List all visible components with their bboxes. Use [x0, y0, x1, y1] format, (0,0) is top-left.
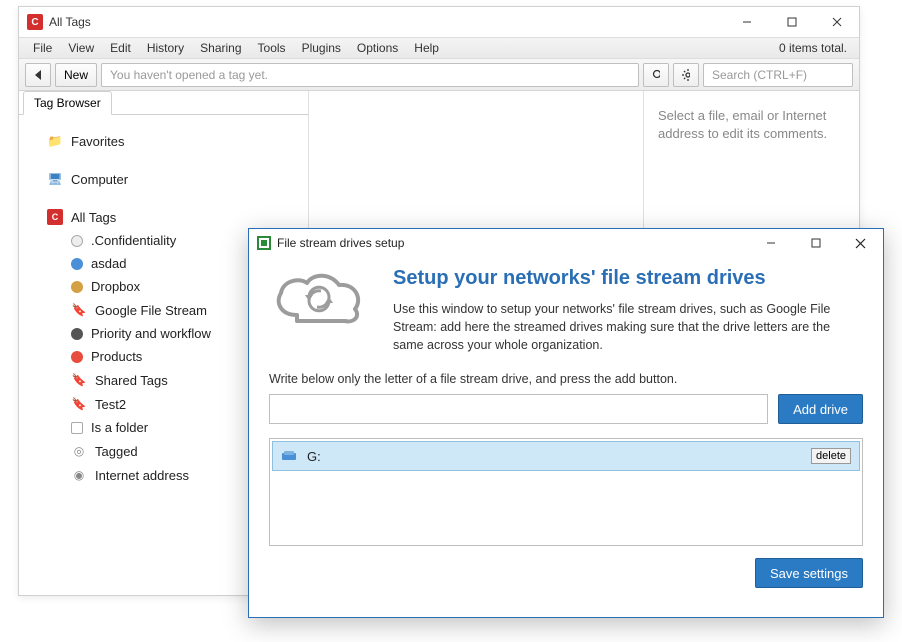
delete-drive-button[interactable]: delete	[811, 448, 851, 464]
search-button[interactable]	[643, 63, 669, 87]
menu-help[interactable]: Help	[406, 37, 447, 59]
right-panel-hint: Select a file, email or Internet address…	[658, 107, 845, 143]
dialog-maximize-button[interactable]	[793, 228, 838, 258]
dot-red-icon	[71, 351, 83, 363]
favorites-label: Favorites	[71, 134, 124, 149]
back-button[interactable]	[25, 63, 51, 87]
alltags-label: All Tags	[71, 210, 116, 225]
save-settings-button[interactable]: Save settings	[755, 558, 863, 588]
globe-icon: ◉	[71, 467, 87, 483]
file-stream-dialog: File stream drives setup Setup your n	[248, 228, 884, 618]
drive-list: G:delete	[269, 438, 863, 546]
menu-history[interactable]: History	[139, 37, 192, 59]
menu-plugins[interactable]: Plugins	[294, 37, 349, 59]
tree-item-label: Priority and workflow	[91, 326, 211, 341]
menu-view[interactable]: View	[60, 37, 102, 59]
drive-name: G:	[307, 449, 811, 464]
drive-icon	[281, 449, 299, 463]
dot-green-icon	[71, 281, 83, 293]
items-total-status: 0 items total.	[779, 41, 853, 55]
menu-options[interactable]: Options	[349, 37, 406, 59]
alltags-icon: C	[47, 209, 63, 225]
tree-item-label: .Confidentiality	[91, 233, 176, 248]
computer-label: Computer	[71, 172, 128, 187]
dialog-description: Use this window to setup your networks' …	[393, 300, 863, 354]
tab-tag-browser[interactable]: Tag Browser	[23, 91, 112, 115]
tree-item-label: Is a folder	[91, 420, 148, 435]
cloud-sync-icon	[269, 267, 369, 337]
dialog-titlebar: File stream drives setup	[249, 229, 883, 257]
toolbar: New You haven't opened a tag yet. Search…	[19, 59, 859, 91]
sidebar-tabs: Tag Browser	[19, 91, 308, 115]
tree-all-tags[interactable]: C All Tags	[19, 205, 308, 229]
favorites-icon: 📁	[47, 133, 63, 149]
menu-file[interactable]: File	[25, 37, 60, 59]
dialog-instruction: Write below only the letter of a file st…	[269, 372, 863, 386]
window-title: All Tags	[49, 15, 91, 29]
dialog-app-icon	[257, 236, 271, 250]
folder-out-icon	[71, 422, 83, 434]
tree-item-label: Shared Tags	[95, 373, 168, 388]
new-button[interactable]: New	[55, 63, 97, 87]
computer-icon: 🖥	[47, 171, 63, 187]
dot-grey-icon	[71, 235, 83, 247]
tree-item-label: Test2	[95, 397, 126, 412]
dialog-heading: Setup your networks' file stream drives	[393, 267, 863, 290]
tree-item-label: Products	[91, 349, 142, 364]
menu-tools[interactable]: Tools	[250, 37, 294, 59]
tree-item-label: asdad	[91, 256, 126, 271]
tree-item-label: Tagged	[95, 444, 138, 459]
search-input[interactable]: Search (CTRL+F)	[703, 63, 853, 87]
tag-blue-icon: 🔖	[71, 396, 87, 412]
tree-computer[interactable]: 🖥 Computer	[19, 167, 308, 191]
tag-blue-icon: 🔖	[71, 302, 87, 318]
main-titlebar: C All Tags	[19, 7, 859, 37]
menubar: File View Edit History Sharing Tools Plu…	[19, 37, 859, 59]
dialog-close-button[interactable]	[838, 228, 883, 258]
settings-button[interactable]	[673, 63, 699, 87]
dialog-title: File stream drives setup	[277, 236, 404, 250]
minimize-button[interactable]	[724, 7, 769, 37]
tagged-icon: ◎	[71, 443, 87, 459]
dialog-minimize-button[interactable]	[748, 228, 793, 258]
add-drive-button[interactable]: Add drive	[778, 394, 863, 424]
dot-dark-icon	[71, 328, 83, 340]
menu-sharing[interactable]: Sharing	[192, 37, 249, 59]
tree-item-label: Google File Stream	[95, 303, 207, 318]
tree-item-label: Dropbox	[91, 279, 140, 294]
tag-blue-icon: 🔖	[71, 372, 87, 388]
maximize-button[interactable]	[769, 7, 814, 37]
tree-favorites[interactable]: 📁 Favorites	[19, 129, 308, 153]
close-button[interactable]	[814, 7, 859, 37]
dot-blue-icon	[71, 258, 83, 270]
app-icon: C	[27, 14, 43, 30]
address-bar[interactable]: You haven't opened a tag yet.	[101, 63, 639, 87]
menu-edit[interactable]: Edit	[102, 37, 139, 59]
drive-row[interactable]: G:delete	[272, 441, 860, 471]
tree-item-label: Internet address	[95, 468, 189, 483]
drive-letter-input[interactable]	[269, 394, 768, 424]
